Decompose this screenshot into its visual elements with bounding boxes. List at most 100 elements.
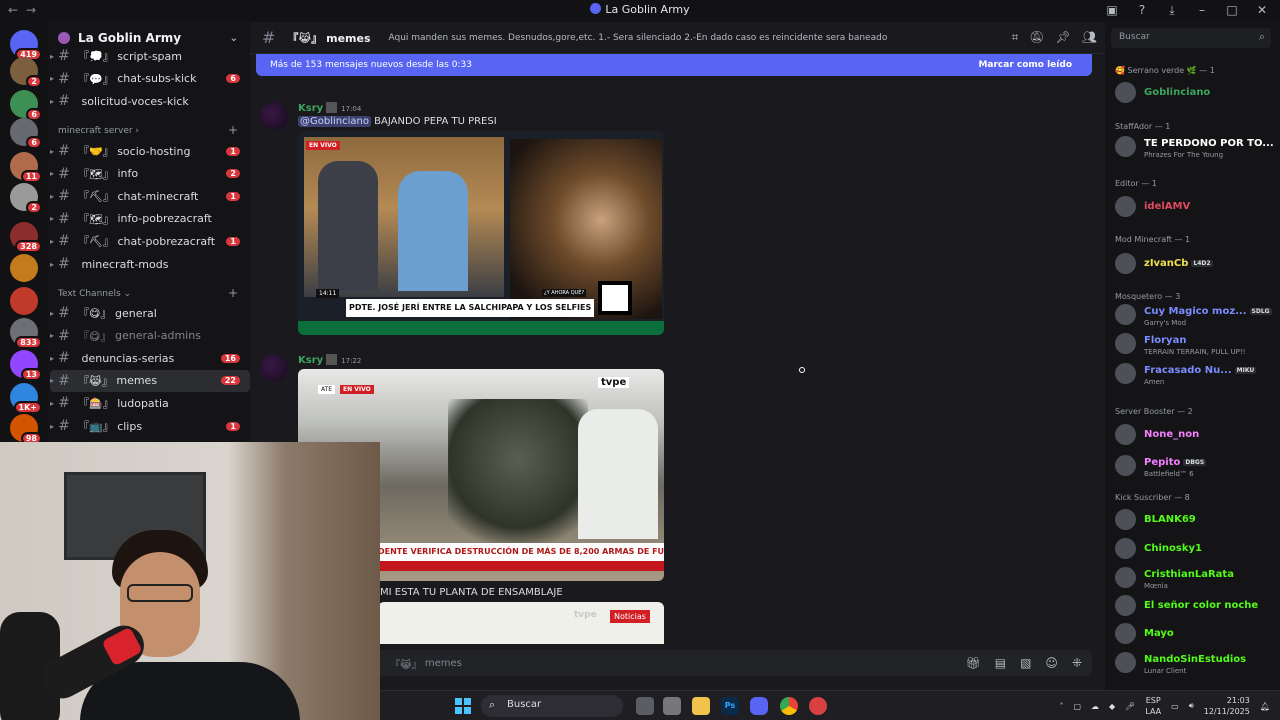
discord-icon[interactable] bbox=[750, 697, 768, 715]
member-item[interactable]: Mayo bbox=[1115, 621, 1275, 649]
message-author[interactable]: Ksry 17:04 bbox=[298, 102, 361, 114]
member-item[interactable]: TE PERDONO POR TO... Phrazes For The Youn… bbox=[1115, 134, 1275, 162]
maximize-icon[interactable]: □ bbox=[1224, 3, 1240, 18]
server-icon[interactable]: 98 bbox=[10, 414, 42, 445]
windows-start-icon[interactable] bbox=[455, 698, 471, 714]
server-icon[interactable] bbox=[10, 254, 38, 282]
app-icon[interactable] bbox=[809, 697, 827, 715]
input-language[interactable]: ESP LAA bbox=[1145, 695, 1161, 717]
apps-icon[interactable]: ⁜ bbox=[1072, 656, 1082, 670]
server-icon[interactable]: 13 bbox=[10, 350, 42, 381]
member-item[interactable]: Pepito DBGS Battlefield™ 6 bbox=[1115, 453, 1275, 481]
emoji-icon[interactable]: ☺ bbox=[1045, 656, 1058, 670]
photoshop-icon[interactable]: Ps bbox=[721, 697, 739, 715]
close-icon[interactable]: ✕ bbox=[1254, 3, 1270, 18]
member-list-icon[interactable]: 👥︎ bbox=[1082, 30, 1097, 45]
channel-chat-minecraft[interactable]: ▸ # 『⛏』 chat-minecraft 1 bbox=[50, 185, 250, 207]
channel-solicitud-voces-kick[interactable]: ▸ # solicitud-voces-kick bbox=[50, 90, 250, 112]
mark-read-button[interactable]: Marcar como leído bbox=[978, 60, 1072, 70]
server-icon[interactable]: 833 bbox=[10, 318, 42, 349]
onedrive-icon[interactable]: ☁ bbox=[1091, 702, 1099, 711]
member-item[interactable]: Fracasado Nu... MIKU Amen bbox=[1115, 361, 1275, 389]
member-name: Fracasado Nu... bbox=[1144, 365, 1232, 376]
download-icon[interactable]: ⤓ bbox=[1164, 3, 1180, 18]
channel-chat-pobrezacraft[interactable]: ▸ # 『⛏』 chat-pobrezacraft 1 bbox=[50, 230, 250, 252]
message-author[interactable]: Ksry 17:22 bbox=[298, 354, 361, 366]
task-view-icon[interactable] bbox=[636, 697, 654, 715]
server-icon[interactable]: 6 bbox=[10, 90, 42, 121]
new-messages-banner[interactable]: Más de 153 mensajes nuevos desde las 0:3… bbox=[256, 54, 1092, 76]
channel-general-admins[interactable]: ▸ # 『😋』 general-admins bbox=[50, 325, 250, 347]
file-explorer-icon[interactable] bbox=[692, 697, 710, 715]
notifications-icon[interactable]: 🔕︎ bbox=[1029, 30, 1044, 45]
gift-icon[interactable]: 🎁︎ bbox=[966, 656, 981, 670]
user-mention[interactable]: @Goblinciano bbox=[298, 116, 371, 127]
add-channel-icon[interactable]: + bbox=[228, 286, 238, 300]
channel-clips[interactable]: ▸ # 『📺』 clips 1 bbox=[50, 415, 250, 437]
category-minecraft-server[interactable]: minecraft server › + bbox=[58, 123, 238, 137]
minimize-icon[interactable]: – bbox=[1194, 3, 1210, 18]
volume-icon[interactable]: 🔊︎ bbox=[1189, 701, 1194, 711]
tray-chevron-icon[interactable]: ˄ bbox=[1059, 702, 1063, 711]
attachment-image[interactable]: tvpe Noticias bbox=[378, 602, 664, 644]
attachment-image[interactable]: EN VIVO 14:11 ¿Y AHORA QUÉ? PDTE. JOSÉ J… bbox=[298, 131, 664, 335]
member-item[interactable]: Chinosky1 bbox=[1115, 536, 1275, 564]
member-item[interactable]: NandoSinEstudios Lunar Client bbox=[1115, 650, 1275, 678]
avatar[interactable] bbox=[260, 354, 288, 382]
role-header: StaffAdor — 1 bbox=[1115, 122, 1171, 131]
channel-label: memes bbox=[116, 374, 158, 388]
member-item[interactable]: Floryan TERRAIN TERRAIN, PULL UP!! bbox=[1115, 331, 1275, 359]
search-input[interactable]: Buscar ⌕ bbox=[1111, 28, 1271, 48]
chrome-icon[interactable] bbox=[780, 697, 798, 715]
server-icon[interactable]: 6 bbox=[10, 118, 42, 149]
channel-label: socio-hosting bbox=[117, 144, 191, 158]
channel-minecraft-mods[interactable]: ▸ # minecraft-mods bbox=[50, 253, 250, 275]
tray-app-icon[interactable]: ▢ bbox=[1073, 702, 1081, 711]
avatar bbox=[1115, 304, 1136, 325]
system-clock[interactable]: 21:03 12/11/2025 bbox=[1204, 695, 1250, 717]
add-channel-icon[interactable]: + bbox=[228, 123, 238, 137]
taskbar-search[interactable]: ⌕ Buscar bbox=[481, 695, 623, 717]
hash-icon: # bbox=[58, 350, 70, 367]
threads-icon[interactable]: ⌗ bbox=[1012, 30, 1019, 45]
member-item[interactable]: El señor color noche bbox=[1115, 593, 1275, 621]
member-item[interactable]: idelAMV bbox=[1115, 194, 1275, 222]
network-icon[interactable]: ▭ bbox=[1171, 702, 1179, 711]
server-icon[interactable]: 11 bbox=[10, 152, 42, 183]
gif-icon[interactable]: ▤ bbox=[995, 656, 1006, 670]
mic-icon[interactable]: 🎤︎ bbox=[1125, 702, 1135, 711]
message-composer[interactable]: 『😹』 memes 🎁︎ ▤ ▧ ☺ ⁜ bbox=[378, 650, 1092, 676]
server-icon[interactable]: 2 bbox=[10, 183, 42, 214]
channel-memes[interactable]: ▸ # 『😹』 memes 22 bbox=[50, 369, 250, 392]
avatar[interactable] bbox=[260, 102, 288, 130]
channel-socio-hosting[interactable]: ▸ # 『🤝』 socio-hosting 1 bbox=[50, 140, 250, 162]
channel-info[interactable]: ▸ # 『🗺』 info 2 bbox=[50, 163, 250, 185]
inbox-icon[interactable]: ▣ bbox=[1104, 3, 1120, 18]
notification-bell-icon[interactable]: 🔔︎ bbox=[1260, 702, 1270, 711]
channel-info-pobrezacraft[interactable]: ▸ # 『🗺』 info-pobrezacraft bbox=[50, 208, 250, 230]
server-icon[interactable] bbox=[10, 287, 38, 315]
member-item[interactable]: Goblinciano bbox=[1115, 80, 1275, 108]
member-name: None_non bbox=[1144, 429, 1200, 440]
member-item[interactable]: CristhianLaRata Mœnia bbox=[1115, 565, 1275, 593]
member-item[interactable]: zIvanCb L4D2 bbox=[1115, 251, 1275, 279]
channel-denuncias-serias[interactable]: ▸ # denuncias-serias 16 bbox=[50, 347, 250, 369]
member-item[interactable]: BLANK69 bbox=[1115, 507, 1275, 535]
help-icon[interactable]: ? bbox=[1134, 3, 1150, 18]
server-icon[interactable]: 1K+ bbox=[10, 383, 42, 414]
channel-script-spam[interactable]: ▸ # 『💭』 script-spam bbox=[50, 45, 250, 67]
category-text-channels[interactable]: Text Channels ⌄ + bbox=[58, 286, 238, 300]
server-icon[interactable]: 419 bbox=[10, 30, 42, 61]
app-icon[interactable] bbox=[663, 697, 681, 715]
pin-icon[interactable]: 📌︎ bbox=[1056, 30, 1071, 45]
member-item[interactable]: Cuy Magico moz... SDLG Garry's Mod bbox=[1115, 302, 1275, 330]
channel-topic[interactable]: Aqui manden sus memes. Desnudos,gore,etc… bbox=[389, 33, 888, 43]
sticker-icon[interactable]: ▧ bbox=[1020, 656, 1031, 670]
channel-ludopatia[interactable]: ▸ # 『🎰』 ludopatia bbox=[50, 392, 250, 414]
tray-app-icon[interactable]: ◆ bbox=[1109, 702, 1115, 711]
channel-chat-subs-kick[interactable]: ▸ # 『💬』 chat-subs-kick 6 bbox=[50, 68, 250, 90]
channel-general[interactable]: ▸ # 『😋』 general bbox=[50, 302, 250, 324]
server-icon[interactable]: 2 bbox=[10, 57, 42, 88]
member-item[interactable]: None_non bbox=[1115, 422, 1275, 450]
server-icon[interactable]: 328 bbox=[10, 222, 42, 253]
